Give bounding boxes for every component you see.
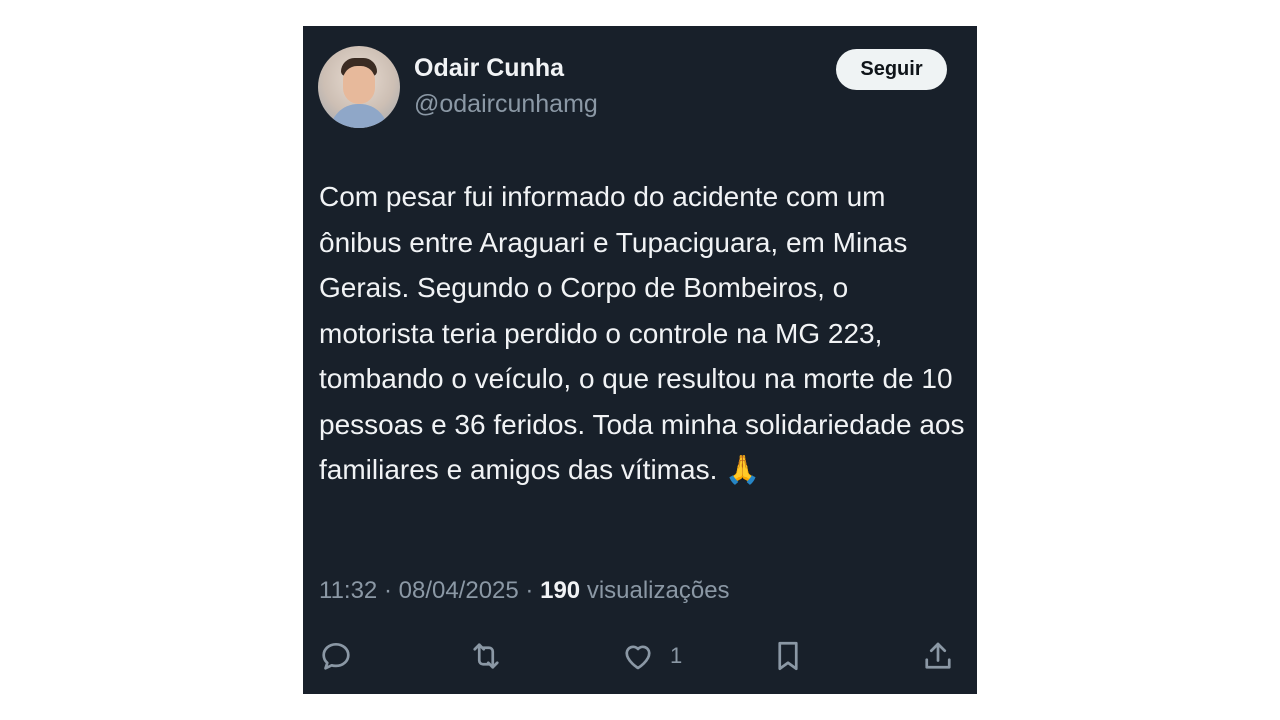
bookmark-icon bbox=[778, 641, 798, 671]
share-button[interactable] bbox=[920, 636, 956, 676]
tweet-meta: 11:32 · 08/04/2025 · 190 visualizações bbox=[319, 577, 730, 605]
retweet-icon bbox=[473, 643, 499, 669]
avatar[interactable] bbox=[318, 46, 400, 128]
user-handle[interactable]: @odaircunhamg bbox=[414, 90, 598, 119]
avatar-shirt bbox=[330, 104, 388, 128]
reply-button[interactable] bbox=[318, 636, 354, 676]
tweet-text: Com pesar fui informado do acidente com … bbox=[319, 181, 965, 485]
bookmark-button[interactable] bbox=[770, 636, 806, 676]
tweet-date[interactable]: 08/04/2025 bbox=[399, 577, 519, 604]
action-bar: 1 bbox=[303, 632, 977, 682]
tweet-card: Odair Cunha @odaircunhamg Seguir Com pes… bbox=[303, 26, 977, 694]
meta-separator: · bbox=[525, 577, 534, 604]
like-button[interactable]: 1 bbox=[620, 636, 682, 676]
user-name[interactable]: Odair Cunha bbox=[414, 54, 564, 83]
meta-separator: · bbox=[383, 577, 392, 604]
like-count: 1 bbox=[670, 643, 683, 668]
tweet-time[interactable]: 11:32 bbox=[319, 577, 377, 604]
heart-icon bbox=[625, 645, 651, 670]
views-label: visualizações bbox=[586, 577, 730, 604]
avatar-face bbox=[343, 66, 375, 104]
share-icon bbox=[925, 642, 951, 669]
reply-icon bbox=[322, 642, 350, 670]
retweet-button[interactable] bbox=[468, 636, 504, 676]
follow-button[interactable]: Seguir bbox=[836, 49, 947, 90]
views-count: 190 bbox=[540, 577, 581, 604]
